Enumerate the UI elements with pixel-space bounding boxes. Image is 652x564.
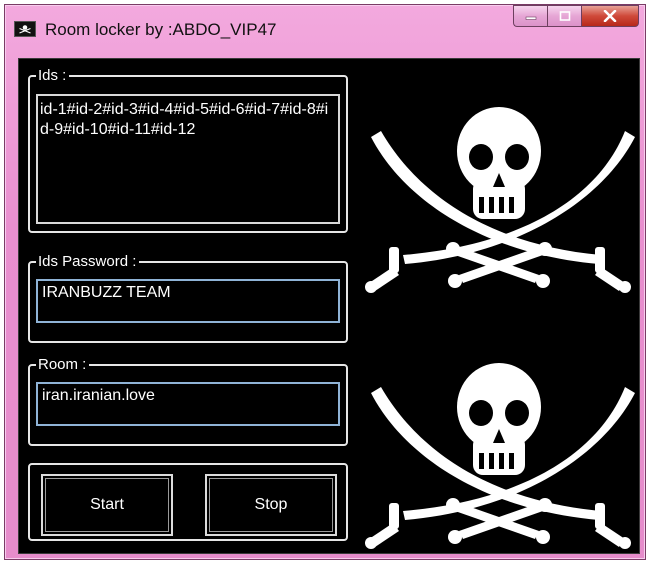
password-input[interactable]: IRANBUZZ TEAM bbox=[36, 279, 340, 323]
start-button[interactable]: Start bbox=[41, 474, 173, 536]
pirate-flag-icon bbox=[14, 21, 36, 37]
jolly-roger-icon bbox=[365, 363, 635, 549]
actions-group: Start Stop bbox=[28, 463, 348, 541]
jolly-roger-icon bbox=[365, 107, 635, 293]
room-label: Room : bbox=[36, 356, 90, 373]
maximize-icon bbox=[559, 11, 570, 21]
client-area: Ids : id-1#id-2#id-3#id-4#id-5#id-6#id-7… bbox=[18, 58, 640, 554]
room-group: Room : iran.iranian.love bbox=[28, 356, 348, 446]
password-label: Ids Password : bbox=[36, 253, 140, 270]
window-controls bbox=[513, 5, 639, 27]
room-input[interactable]: iran.iranian.love bbox=[36, 382, 340, 426]
stop-button[interactable]: Stop bbox=[205, 474, 337, 536]
close-button[interactable] bbox=[581, 5, 639, 27]
close-icon bbox=[603, 10, 617, 22]
maximize-button[interactable] bbox=[547, 5, 581, 27]
ids-textarea[interactable]: id-1#id-2#id-3#id-4#id-5#id-6#id-7#id-8#… bbox=[36, 94, 340, 224]
minimize-icon bbox=[525, 16, 536, 20]
minimize-button[interactable] bbox=[513, 5, 547, 27]
app-window: Room locker by :ABDO_VIP47 Ids : id-1#id… bbox=[4, 4, 646, 560]
ids-group: Ids : id-1#id-2#id-3#id-4#id-5#id-6#id-7… bbox=[28, 67, 348, 233]
window-title: Room locker by :ABDO_VIP47 bbox=[45, 20, 277, 39]
ids-label: Ids : bbox=[36, 67, 70, 84]
password-group: Ids Password : IRANBUZZ TEAM bbox=[28, 253, 348, 343]
